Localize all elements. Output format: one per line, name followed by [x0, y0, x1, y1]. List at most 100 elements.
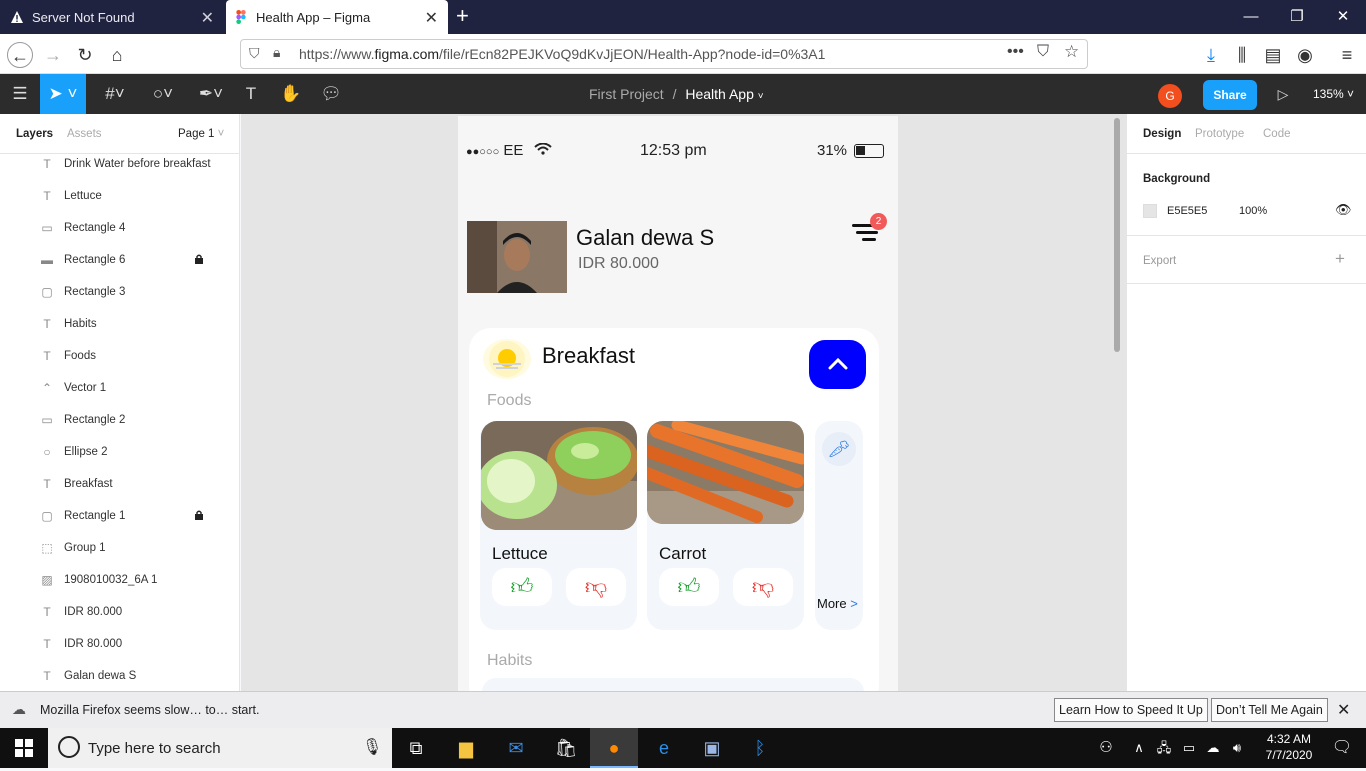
tab-health-app-figma[interactable]: Health App – Figma ✕ — [226, 0, 448, 34]
tab-layers[interactable]: Layers — [16, 128, 53, 140]
store-icon[interactable]: 🛍︎ — [542, 728, 590, 768]
network-icon[interactable]: 🖧︎ — [1152, 728, 1176, 768]
layer-item[interactable]: ▬ Rectangle 6 — [0, 244, 239, 276]
lock-icon[interactable] — [195, 254, 203, 264]
dislike-button[interactable]: 👎︎ — [566, 568, 626, 606]
bookmark-star-icon[interactable]: ☆ — [1064, 42, 1079, 62]
people-icon[interactable]: ⚇ — [1082, 728, 1130, 768]
shield-icon[interactable]: ⛉ — [249, 45, 260, 62]
tab-design[interactable]: Design — [1143, 128, 1181, 140]
collapse-button[interactable] — [809, 340, 866, 389]
show-hidden-icons[interactable]: ∧ — [1128, 728, 1150, 768]
new-tab-icon[interactable]: + — [456, 3, 469, 29]
windows-start-icon[interactable] — [0, 728, 48, 768]
edge-icon[interactable]: e — [640, 728, 688, 768]
layer-item[interactable]: T Breakfast — [0, 468, 239, 500]
close-tab-icon[interactable]: ✕ — [201, 8, 214, 28]
layer-item[interactable]: T Habits — [0, 308, 239, 340]
library-icon[interactable]: ⫼ — [1229, 42, 1255, 68]
close-notification-icon[interactable]: ✕ — [1337, 700, 1350, 720]
reload-icon[interactable]: ↻ — [72, 42, 98, 68]
layer-item[interactable]: ⬚ Group 1 — [0, 532, 239, 564]
taskbar-search[interactable]: Type here to search 🎙︎ — [48, 728, 392, 768]
background-opacity[interactable]: 100% — [1239, 205, 1267, 217]
layer-item[interactable]: ▭ Rectangle 2 — [0, 404, 239, 436]
page-selector[interactable]: Page 1 ˅ — [178, 128, 224, 140]
avatar[interactable]: G — [1158, 84, 1182, 108]
layer-item[interactable]: T Foods — [0, 340, 239, 372]
text-tool-icon[interactable]: T — [236, 74, 266, 114]
lock-icon[interactable] — [195, 510, 203, 520]
onedrive-icon[interactable]: ☁ — [1202, 728, 1224, 768]
zoom-level[interactable]: 135% ˅ — [1313, 87, 1354, 101]
downloads-icon[interactable]: ⤓ — [1198, 42, 1224, 68]
layer-item[interactable]: T Galan dewa S — [0, 660, 239, 692]
frame-tool-icon[interactable]: #˅ — [92, 74, 138, 114]
file-name[interactable]: Health App — [685, 86, 754, 102]
eye-icon[interactable]: 👁︎ — [1335, 202, 1352, 218]
layer-item[interactable]: ▢ Rectangle 3 — [0, 276, 239, 308]
home-icon[interactable]: ⌂ — [104, 42, 130, 68]
color-swatch[interactable] — [1143, 204, 1157, 218]
forward-icon[interactable]: → — [40, 42, 66, 68]
layer-item[interactable]: ▢ Rectangle 1 — [0, 500, 239, 532]
url-bar[interactable]: ⛉ 🔒︎ https://www. figma.com/file/rEcn82PE… — [240, 39, 1088, 69]
notifications-icon[interactable]: 🗨︎ — [1318, 728, 1366, 768]
share-button[interactable]: Share — [1203, 80, 1257, 110]
restore-icon[interactable]: ❐ — [1274, 4, 1320, 30]
food-card-lettuce[interactable]: Lettuce 👍︎ 👎︎ — [480, 421, 637, 630]
like-button[interactable]: 👍︎ — [659, 568, 719, 606]
background-hex[interactable]: E5E5E5 — [1167, 205, 1207, 217]
menu-icon[interactable]: ≡ — [1334, 42, 1360, 68]
pen-tool-icon[interactable]: ✒˅ — [188, 74, 234, 114]
tab-code[interactable]: Code — [1263, 128, 1291, 140]
remote-desktop-icon[interactable]: ▣ — [688, 728, 736, 768]
chevron-down-icon[interactable]: ˅ — [758, 91, 764, 102]
move-tool-icon[interactable]: ➤ ˅ — [40, 74, 86, 114]
main-menu-icon[interactable]: ☰ — [0, 74, 40, 114]
dislike-button[interactable]: 👎︎ — [733, 568, 793, 606]
dont-tell-again-button[interactable]: Don’t Tell Me Again — [1211, 698, 1328, 722]
comment-tool-icon[interactable]: 💬︎ — [316, 74, 346, 114]
microphone-icon[interactable]: 🎙︎ — [362, 737, 382, 757]
layer-item[interactable]: ○ Ellipse 2 — [0, 436, 239, 468]
like-button[interactable]: 👍︎ — [492, 568, 552, 606]
page-actions-icon[interactable]: ••• — [1007, 43, 1024, 61]
food-card-carrot[interactable]: Carrot 👍︎ 👎︎ — [647, 421, 804, 630]
window-close-icon[interactable]: ✕ — [1320, 4, 1366, 30]
account-icon[interactable]: ◉ — [1292, 42, 1318, 68]
layer-item[interactable]: T Lettuce — [0, 180, 239, 212]
phone-frame[interactable]: ●●○○○ EE 12:53 pm 31% Galan dewa S IDR 8… — [458, 116, 898, 691]
file-explorer-icon[interactable]: ▆ — [442, 728, 490, 768]
back-icon[interactable]: ← — [7, 42, 33, 68]
minimize-icon[interactable]: — — [1228, 4, 1274, 30]
layer-item[interactable]: T Drink Water before breakfast — [0, 148, 239, 180]
learn-speed-button[interactable]: Learn How to Speed It Up — [1054, 698, 1208, 722]
layer-item[interactable]: T IDR 80.000 — [0, 596, 239, 628]
more-link[interactable]: More > — [817, 596, 858, 611]
canvas[interactable]: ●●○○○ EE 12:53 pm 31% Galan dewa S IDR 8… — [241, 114, 1126, 691]
layer-item[interactable]: ▭ Rectangle 4 — [0, 212, 239, 244]
volume-icon[interactable]: 🔊︎ — [1226, 728, 1248, 768]
project-name[interactable]: First Project — [589, 86, 664, 102]
sidebar-icon[interactable]: ▤ — [1260, 42, 1286, 68]
close-tab-icon[interactable]: ✕ — [425, 8, 438, 28]
tab-assets[interactable]: Assets — [67, 128, 102, 140]
present-icon[interactable]: ▷ — [1270, 74, 1296, 114]
pocket-icon[interactable]: ⛉ — [1037, 43, 1049, 61]
clock[interactable]: 4:32 AM 7/7/2020 — [1258, 731, 1320, 763]
habits-card[interactable] — [482, 678, 864, 691]
task-view-icon[interactable]: ⧉ — [392, 728, 440, 768]
lock-icon[interactable]: 🔒︎ — [273, 44, 280, 61]
layer-item[interactable]: ▨ 1908010032_6A 1 — [0, 564, 239, 596]
tab-prototype[interactable]: Prototype — [1195, 128, 1244, 140]
shape-tool-icon[interactable]: ○˅ — [140, 74, 186, 114]
canvas-scrollbar[interactable] — [1114, 118, 1120, 352]
hand-tool-icon[interactable]: ✋ — [276, 74, 306, 114]
layer-item[interactable]: ⌃ Vector 1 — [0, 372, 239, 404]
firefox-icon[interactable]: ● — [590, 728, 638, 768]
tab-server-not-found[interactable]: Server Not Found ✕ — [0, 0, 224, 34]
bluetooth-icon[interactable]: ᛒ — [736, 728, 784, 768]
mail-icon[interactable]: ✉ — [492, 728, 540, 768]
add-export-icon[interactable]: + — [1335, 249, 1345, 269]
